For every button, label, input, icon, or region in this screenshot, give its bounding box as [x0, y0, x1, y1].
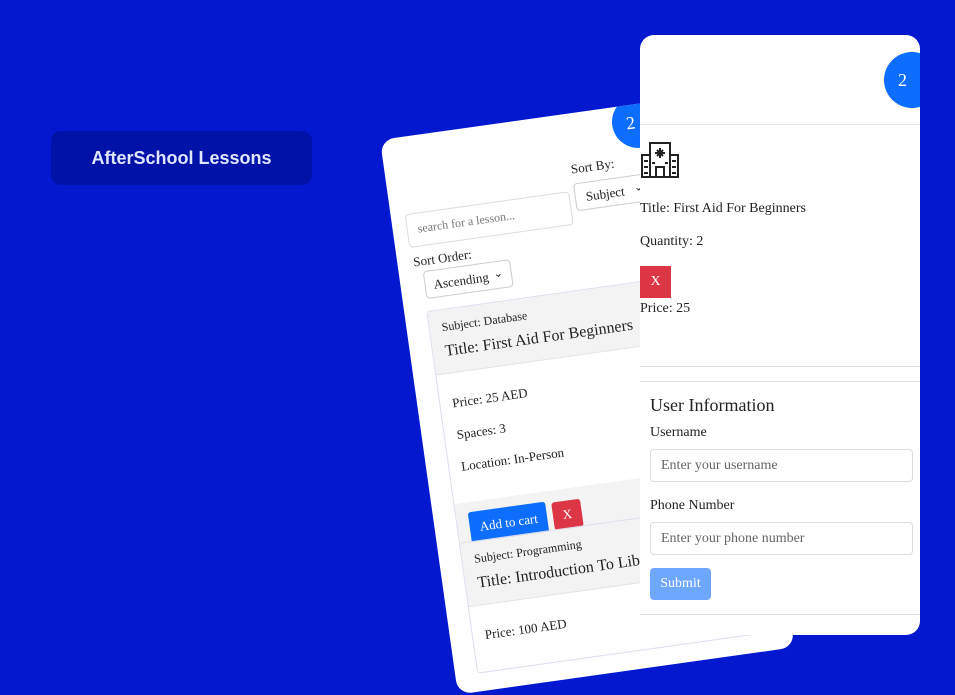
cart-button[interactable]: 2 — [884, 52, 920, 108]
sort-order-value: Ascending — [432, 269, 490, 292]
cart-count: 2 — [624, 111, 637, 133]
phone-field[interactable]: Enter your phone number — [650, 522, 913, 555]
app-title: AfterSchool Lessons — [91, 147, 272, 168]
divider — [640, 366, 920, 367]
submit-button[interactable]: Submit — [650, 568, 711, 600]
remove-label: X — [650, 274, 661, 289]
username-placeholder: Enter your username — [661, 458, 778, 473]
cart-count: 2 — [898, 69, 907, 90]
cart-item-quantity: Quantity: 2 — [640, 234, 704, 249]
divider — [640, 381, 920, 382]
search-placeholder: search for a lesson... — [416, 208, 516, 236]
user-info-heading: User Information — [650, 395, 775, 415]
app-title-badge: AfterSchool Lessons — [51, 131, 312, 185]
username-field[interactable]: Enter your username — [650, 449, 913, 482]
phone-label: Phone Number — [650, 498, 735, 513]
divider — [640, 124, 920, 125]
search-input[interactable]: search for a lesson... — [404, 191, 574, 248]
cart-panel: 2 Title: First Aid For Beginners Quantit… — [640, 35, 920, 635]
cart-item-title: Title: First Aid For Beginners — [640, 201, 806, 216]
phone-placeholder: Enter your phone number — [661, 531, 805, 546]
username-label: Username — [650, 425, 707, 440]
divider — [640, 614, 920, 615]
submit-label: Submit — [660, 576, 701, 591]
remove-from-cart-button[interactable]: X — [640, 266, 671, 298]
cart-item-price: Price: 25 — [640, 301, 691, 316]
sort-by-value: Subject — [584, 183, 626, 204]
sort-by-label: Sort By: — [569, 155, 616, 177]
hospital-icon — [641, 142, 679, 178]
chevron-down-icon: ⌄ — [492, 267, 504, 281]
